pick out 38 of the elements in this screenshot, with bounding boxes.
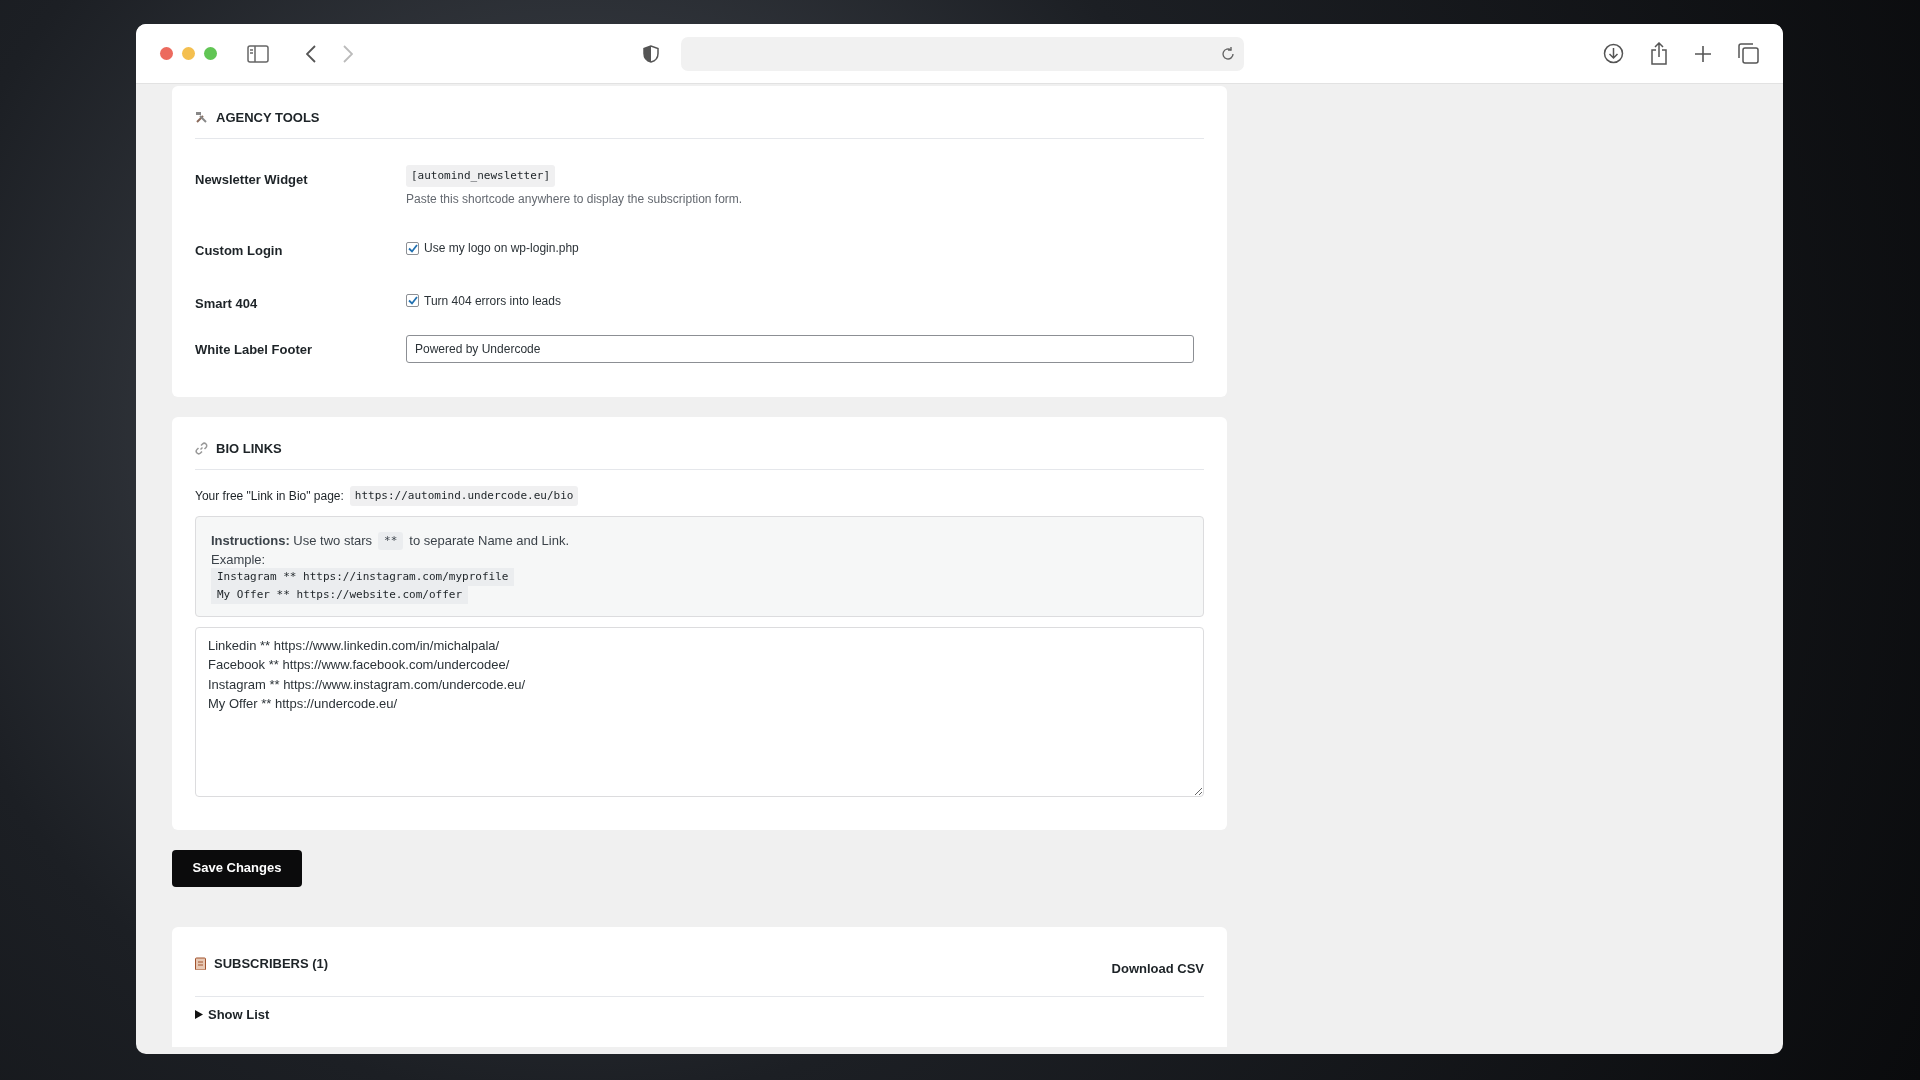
save-button[interactable]: Save Changes [172,849,302,887]
clipboard-icon [195,956,206,970]
checkbox-label: Turn 404 errors into leads [424,292,561,310]
back-icon[interactable] [306,44,316,63]
download-csv-link[interactable]: Download CSV [1111,958,1204,978]
shield-icon[interactable] [643,44,659,63]
tools-icon [195,111,208,125]
triangle-icon [195,1010,203,1020]
close-button[interactable] [160,47,173,60]
example-code: Instagram ** https://instagram.com/myprofile [211,567,515,586]
shortcode: [automind_newsletter] [406,164,556,187]
section-title: AGENCY TOOLS [216,109,320,127]
field-label: Smart 404 [195,294,259,313]
footer-text-field[interactable]: Powered by Undercode [406,335,1194,363]
checkbox[interactable] [406,294,419,307]
checkbox[interactable] [406,241,419,255]
field-label: Newsletter Widget [195,170,309,189]
hint-text: Paste this shortcode anywhere to display the subscription form. [406,191,743,208]
link-icon [195,442,208,456]
section-title: BIO LINKS [216,440,282,458]
example-label: Example: [211,550,267,568]
links-textarea[interactable]: Linkedin ** https://www.linkedin.com/in/michalpala/ Facebook ** https://www.facebook.com/undercodee/ Instagram ** https://www.instagram.com/undercode.eu/ My Offer ** https://undercode.eu/ [195,626,1204,797]
bio-page-url: https://automind.undercode.eu/bio [349,485,579,506]
checkbox-label: Use my logo on wp-login.php [424,240,579,257]
section-title: SUBSCRIBERS (1) [214,954,329,973]
download-icon[interactable] [1603,43,1624,64]
instructions-text: to separate Name and Link. [409,532,570,550]
reload-icon[interactable] [1220,45,1236,62]
field-label: White Label Footer [195,341,313,359]
share-icon[interactable] [1650,42,1668,65]
bio-page-label: Your free "Link in Bio" page: [195,487,344,505]
plus-icon[interactable] [1694,44,1712,63]
field-label: Custom Login [195,242,284,260]
separator-code: ** [378,531,404,550]
tabs-icon[interactable] [1738,43,1759,64]
sidebar-icon[interactable] [247,44,269,63]
instructions-text: Instructions: Use two stars [211,532,373,550]
show-list-toggle[interactable]: Show List [195,1005,270,1025]
